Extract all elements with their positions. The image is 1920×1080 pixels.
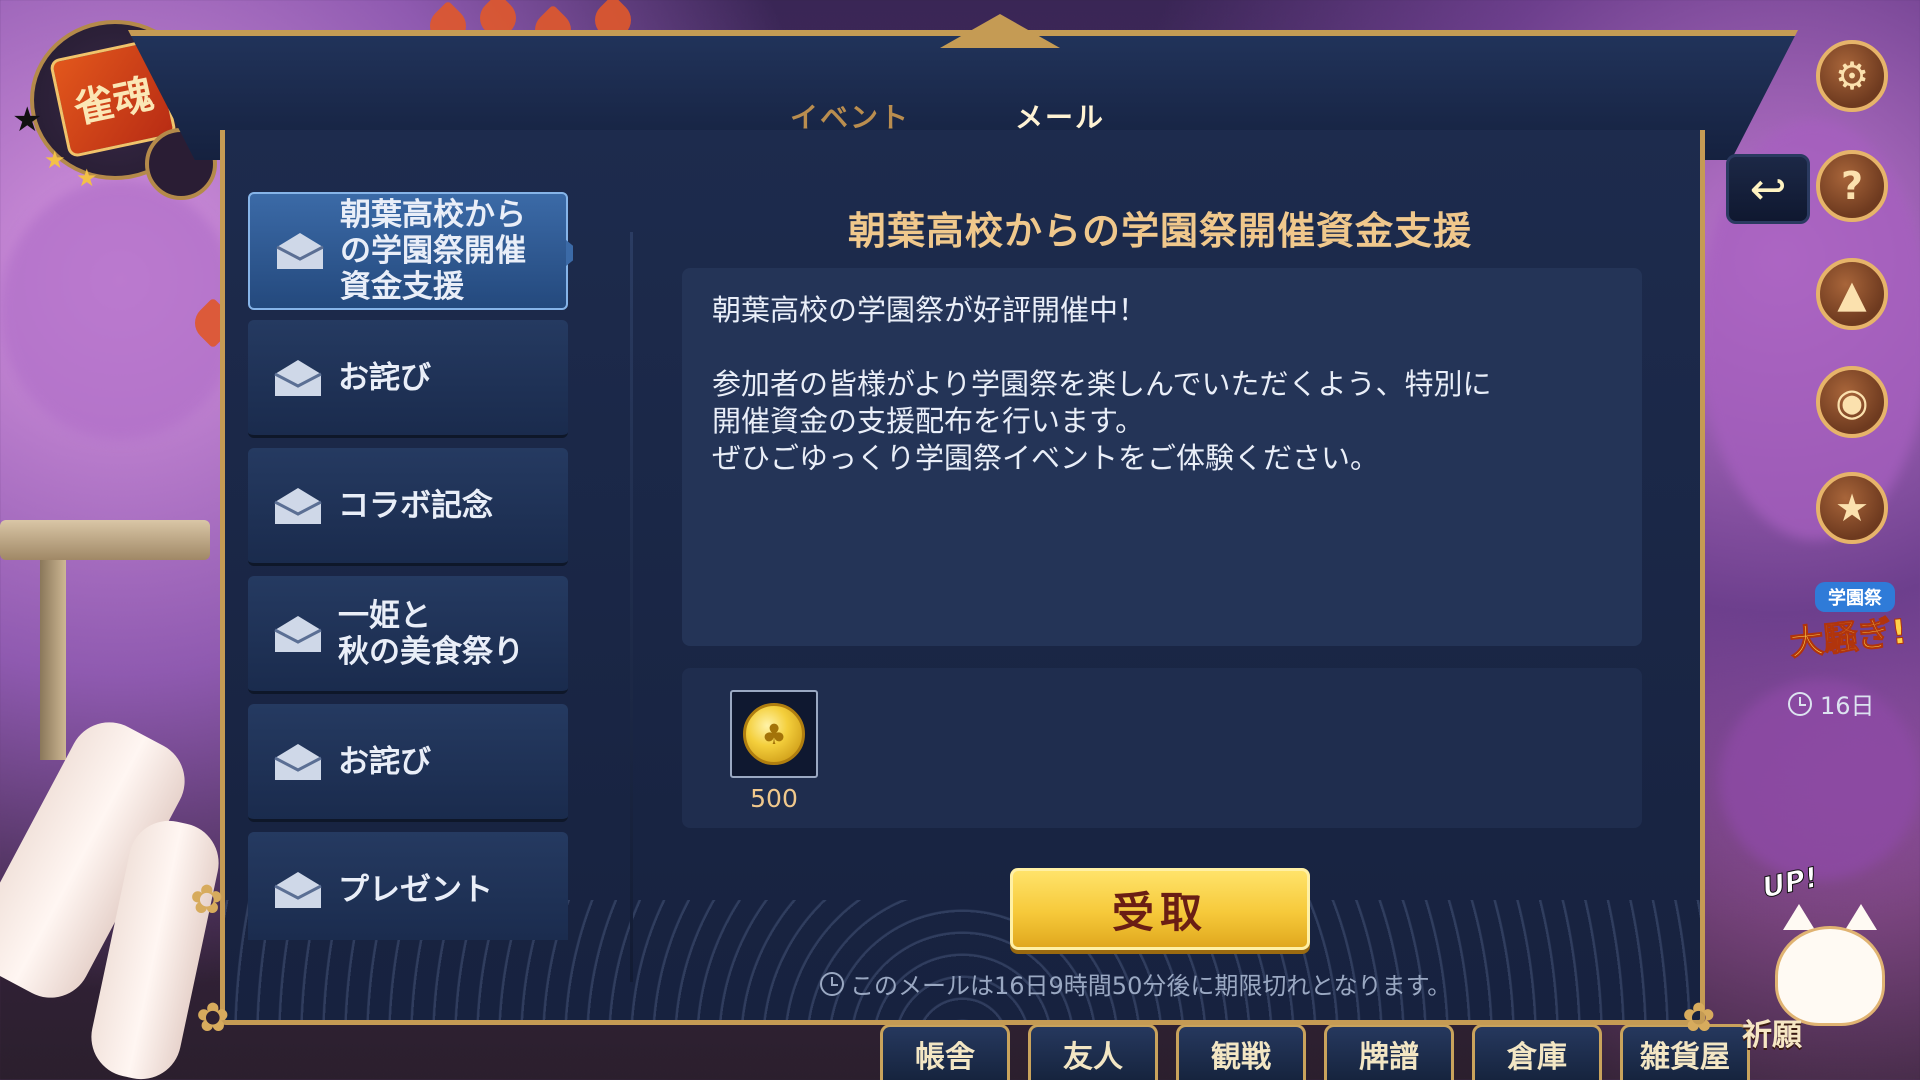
mail-list[interactable]: 朝葉高校から の学園祭開催 資金支援 お詫び コラボ記念 一姫と 秋の美食祭り … [248,192,573,940]
flower-ornament-icon: ✿ [190,877,224,923]
event-timer: 16日 [1788,686,1875,721]
bottom-tab[interactable]: 友人 [1028,1024,1158,1080]
event-timer-text: 16日 [1820,692,1875,720]
mail-item-title: コラボ記念 [338,487,493,524]
mail-list-item[interactable]: お詫び [248,320,568,438]
mail-list-item[interactable]: プレゼント [248,832,568,940]
mail-item-title: お詫び [338,359,431,396]
mail-item-title: お詫び [338,743,431,780]
pentagon-star-icon[interactable]: ★ [1816,472,1888,544]
cat-ear [1845,904,1877,930]
bottom-tab[interactable]: 観戦 [1176,1024,1306,1080]
flower-ornament-icon: ✿ [196,995,230,1041]
reward-quantity: 500 [750,784,798,813]
reward-item[interactable]: ♣ [730,690,818,778]
mail-item-title: 朝葉高校から の学園祭開催 資金支援 [340,197,526,305]
mail-body-box[interactable]: 朝葉高校の学園祭が好評開催中！ 参加者の皆様がより学園祭を楽しんでいただくよう、… [682,268,1642,646]
bottom-tab[interactable]: 倉庫 [1472,1024,1602,1080]
envelope-icon [274,743,322,780]
mail-item-title: 一姫と 秋の美食祭り [338,597,524,670]
expire-notice: このメールは16日9時間50分後に期限切れとなります。 [820,966,1500,1001]
list-divider [630,232,633,982]
expire-text: このメールは16日9時間50分後に期限切れとなります。 [850,972,1452,1000]
envelope-icon [274,615,322,652]
back-arrow-icon[interactable]: ↩ [1726,154,1810,224]
torii-gate-pillar [40,560,66,760]
claim-button[interactable]: 受取 [1010,868,1310,950]
camera-icon[interactable]: ◉ [1816,366,1888,438]
mail-list-item[interactable]: 朝葉高校から の学園祭開催 資金支援 [248,192,573,310]
mail-list-item[interactable]: 一姫と 秋の美食祭り [248,576,568,694]
settings-gear-icon[interactable]: ⚙ [1816,40,1888,112]
envelope-icon [274,487,322,524]
graduation-cap-icon[interactable]: ▲ [1816,258,1888,330]
lucky-cat-label: 祈願 [1742,1018,1802,1053]
cat-ear [1783,904,1815,930]
tab-mail[interactable]: メール [1015,96,1105,136]
clock-icon [1788,691,1812,716]
envelope-icon [274,359,322,396]
star-icon: ★ [76,164,98,192]
clock-icon [820,971,844,996]
tab-event[interactable]: イベント [790,96,910,136]
envelope-icon [276,233,324,269]
mail-item-title: プレゼント [338,871,493,908]
reward-box: ♣ 500 [682,668,1642,828]
top-tabs: イベント メール [790,96,1105,136]
mail-heading: 朝葉高校からの学園祭開催資金支援 [847,209,1472,253]
help-question-icon[interactable]: ? [1816,150,1888,222]
gold-coin-icon: ♣ [743,703,805,765]
torii-gate-beam [0,520,210,560]
flower-ornament-icon: ✿ [1682,995,1716,1041]
mail-body-text: 朝葉高校の学園祭が好評開催中！ 参加者の皆様がより学園祭を楽しんでいただくよう、… [712,293,1492,475]
star-icon: ★ [44,146,66,174]
star-icon: ★ [12,100,43,140]
bottom-tab[interactable]: 牌譜 [1324,1024,1454,1080]
bottom-nav: 帳舎 友人 観戦 牌譜 倉庫 雑貨屋 [880,1024,1780,1080]
bottom-tab[interactable]: 帳舎 [880,1024,1010,1080]
mail-list-item[interactable]: お詫び [248,704,568,822]
envelope-icon [274,871,322,908]
mail-list-item[interactable]: コラボ記念 [248,448,568,566]
